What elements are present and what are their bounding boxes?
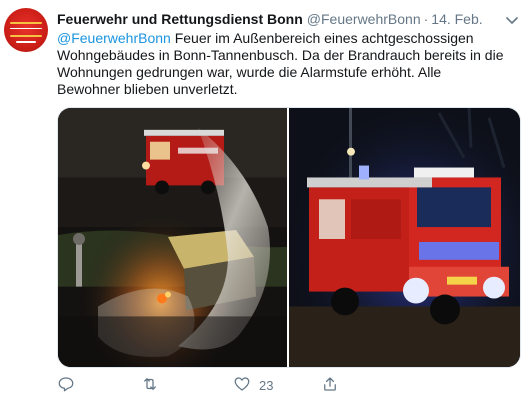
tweet-header: Feuerwehr und Rettungsdienst Bonn @Feuerw… [57,11,483,27]
avatar[interactable] [4,8,48,52]
like-count: 23 [259,377,274,393]
retweet-icon [141,375,159,396]
heart-icon [233,375,251,396]
author-name[interactable]: Feuerwehr und Rettungsdienst Bonn [57,11,303,27]
photo-fire-engine-night[interactable] [289,108,520,367]
author-handle[interactable]: @FeuerwehrBonn [307,11,421,27]
tweet[interactable]: Feuerwehr und Rettungsdienst Bonn @Feuerw… [0,0,530,402]
mention-link[interactable]: @FeuerwehrBonn [57,30,171,46]
share-icon [321,375,339,396]
retweet-button[interactable] [141,374,159,396]
media-grid [57,107,521,368]
tweet-actions: 23 [57,374,357,396]
chevron-down-icon[interactable] [504,12,520,28]
reply-icon [57,375,75,396]
like-button[interactable]: 23 [233,374,273,396]
photo-fire-scene[interactable] [58,108,287,367]
reply-button[interactable] [57,374,75,396]
separator-dot: · [423,11,429,27]
share-button[interactable] [321,374,339,396]
tweet-text: @FeuerwehrBonn Feuer im Außenbereich ein… [57,30,507,98]
tweet-date[interactable]: 14. Feb. [431,11,482,27]
